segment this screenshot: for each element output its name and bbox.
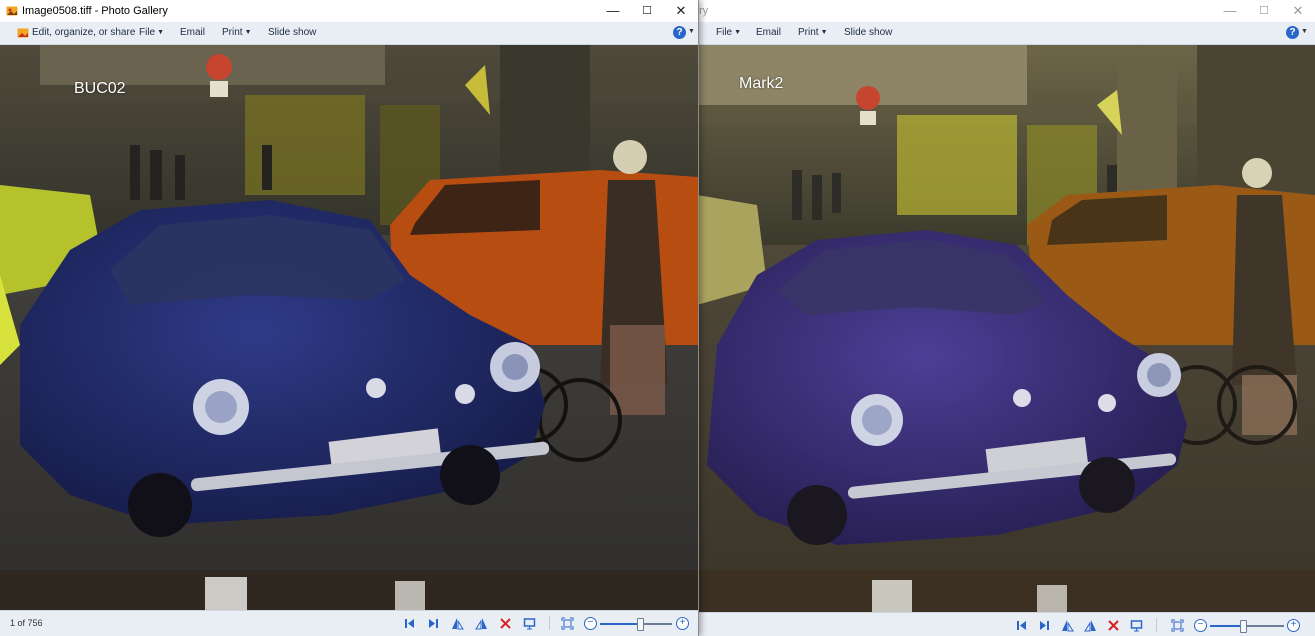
skip-last-icon[interactable]	[427, 617, 440, 630]
left-close-button[interactable]: ✕	[664, 0, 698, 22]
rotate-left-icon[interactable]	[451, 617, 464, 630]
right-zoom-out-icon[interactable]: −	[1194, 619, 1207, 632]
right-print-menu[interactable]: Print ▼	[798, 27, 828, 38]
right-slideshow-button[interactable]: Slide show	[844, 27, 892, 38]
right-minimize-button[interactable]: —	[1213, 0, 1247, 22]
left-zoom-fill	[600, 623, 640, 625]
left-status-bar: 1 of 756 − +	[0, 610, 698, 636]
left-zoom-slider[interactable]	[600, 618, 672, 631]
right-close-button[interactable]: ✕	[1281, 0, 1315, 22]
right-zoom-slider[interactable]	[1210, 620, 1284, 633]
left-print-menu[interactable]: Print ▼	[222, 27, 252, 38]
left-photo-caption: BUC02	[74, 80, 126, 97]
left-slideshow-button[interactable]: Slide show	[268, 27, 316, 38]
right-photo-caption: Mark2	[739, 75, 784, 92]
chevron-down-icon: ▼	[734, 29, 742, 36]
left-minimize-button[interactable]: —	[596, 0, 630, 22]
left-photo-image	[0, 45, 698, 611]
chevron-down-icon[interactable]: ▼	[1301, 28, 1308, 35]
slideshow-icon[interactable]	[523, 617, 536, 630]
left-email-button[interactable]: Email	[180, 27, 205, 38]
right-photo-image	[697, 45, 1315, 613]
left-title-bar[interactable]: Image0508.tiff - Photo Gallery — ☐ ✕	[0, 0, 698, 22]
chevron-down-icon[interactable]: ▼	[688, 28, 695, 35]
right-zoom-fill	[1210, 625, 1243, 627]
left-file-menu[interactable]: File ▼	[139, 27, 164, 38]
right-title-bar[interactable]: ry — ☐ ✕	[697, 0, 1315, 22]
left-print-menu-label: Print	[222, 27, 243, 38]
right-email-button[interactable]: Email	[756, 27, 781, 38]
right-skip-last-icon[interactable]	[1038, 619, 1051, 632]
right-status-bar: − +	[697, 612, 1315, 636]
left-window-title: Image0508.tiff - Photo Gallery	[22, 5, 168, 17]
chevron-down-icon: ▼	[157, 29, 165, 36]
chevron-down-icon: ▼	[244, 29, 252, 36]
left-photo-gallery-window[interactable]: Image0508.tiff - Photo Gallery — ☐ ✕ Edi…	[0, 0, 698, 636]
right-photo-gallery-window[interactable]: ry — ☐ ✕ File ▼ Email Print ▼ Slide show ?…	[697, 0, 1315, 636]
image-counter: 1 of 756	[10, 618, 43, 628]
skip-first-icon[interactable]	[403, 617, 416, 630]
right-help-icon[interactable]: ?	[1286, 26, 1299, 39]
actual-size-icon[interactable]	[561, 617, 574, 630]
left-zoom-thumb[interactable]	[637, 618, 644, 631]
right-rotate-right-icon[interactable]	[1084, 619, 1097, 632]
right-zoom-thumb[interactable]	[1240, 620, 1247, 633]
toolbar-separator	[549, 616, 550, 630]
right-skip-first-icon[interactable]	[1015, 619, 1028, 632]
right-maximize-button[interactable]: ☐	[1247, 0, 1281, 22]
chevron-down-icon: ▼	[820, 29, 828, 36]
left-maximize-button[interactable]: ☐	[630, 0, 664, 22]
right-delete-icon[interactable]	[1107, 619, 1120, 632]
right-file-menu[interactable]: File ▼	[716, 27, 741, 38]
left-toolbar: Edit, organize, or share File ▼ Email Pri…	[0, 22, 698, 45]
rotate-right-icon[interactable]	[475, 617, 488, 630]
zoom-in-icon[interactable]: +	[676, 617, 689, 630]
left-help-icon[interactable]: ?	[673, 26, 686, 39]
edit-organize-share-button[interactable]: Edit, organize, or share	[32, 27, 135, 38]
right-toolbar-separator	[1156, 618, 1157, 632]
right-print-menu-label: Print	[798, 27, 819, 38]
photo-gallery-app-icon	[6, 6, 18, 16]
right-toolbar: File ▼ Email Print ▼ Slide show ? ▼	[697, 22, 1315, 45]
right-file-menu-label: File	[716, 27, 733, 38]
right-actual-size-icon[interactable]	[1171, 619, 1184, 632]
right-window-title: ry	[699, 5, 709, 17]
right-zoom-in-icon[interactable]: +	[1287, 619, 1300, 632]
left-photo-viewer[interactable]: BUC02	[0, 45, 698, 611]
zoom-out-icon[interactable]: −	[584, 617, 597, 630]
delete-icon[interactable]	[499, 617, 512, 630]
right-photo-viewer[interactable]: Mark2	[697, 45, 1315, 613]
right-slideshow-icon[interactable]	[1130, 619, 1143, 632]
left-file-menu-label: File	[139, 27, 156, 38]
edit-organize-icon	[17, 28, 29, 38]
right-rotate-left-icon[interactable]	[1061, 619, 1074, 632]
